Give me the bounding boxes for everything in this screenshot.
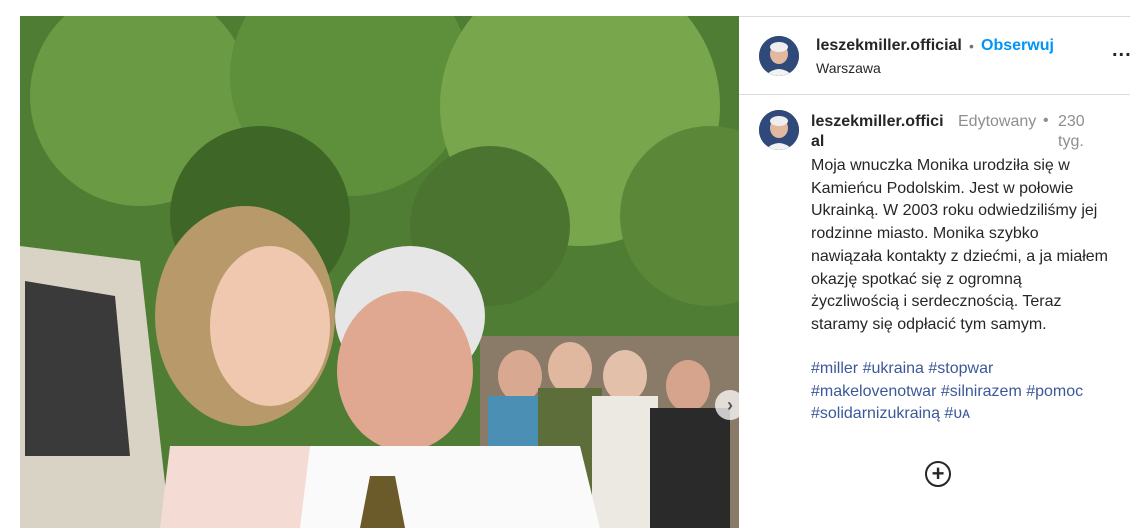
hashtag-link[interactable]: #pomoc (1026, 383, 1083, 400)
post-location[interactable]: Warszawa (816, 60, 881, 76)
comment-author-username[interactable]: leszekmiller.official (811, 112, 949, 152)
author-avatar[interactable] (759, 36, 799, 76)
comment-author-avatar[interactable] (759, 110, 799, 150)
more-options-icon[interactable]: ... (1112, 39, 1130, 62)
next-photo-button[interactable]: › (715, 390, 739, 420)
chevron-right-icon: › (727, 394, 733, 415)
header-separator: • (969, 38, 974, 54)
author-username[interactable]: leszekmiller.official (816, 37, 962, 55)
hashtag-link[interactable]: #solidarnizukrainą (811, 405, 940, 422)
post-photo: › (20, 16, 739, 528)
hashtag-list: #miller #ukraina #stopwar #makelovenotwa… (811, 358, 1121, 426)
hashtag-link[interactable]: #makelovenotwar (811, 383, 936, 400)
follow-button[interactable]: Obserwuj (981, 37, 1054, 55)
post-header: leszekmiller.official • Obserwuj Warszaw… (739, 17, 1130, 95)
hashtag-link[interactable]: #ukraina (863, 360, 924, 377)
hashtag-link[interactable]: #miller (811, 360, 858, 377)
caption-comment: leszekmiller.official Edytowany • 230 ty… (739, 95, 1130, 528)
plus-circle-icon: + (931, 461, 945, 486)
comment-timestamp[interactable]: 230 tyg. (1058, 112, 1098, 152)
load-more-comments-button[interactable]: + (925, 461, 951, 487)
hashtag-link[interactable]: #silnirazem (941, 383, 1022, 400)
comment-separator: • (1043, 112, 1049, 129)
hashtag-link[interactable]: #ᴜᴀ (944, 405, 970, 422)
hashtag-link[interactable]: #stopwar (928, 360, 993, 377)
edited-label: Edytowany (958, 113, 1037, 130)
caption-text: Moja wnuczka Monika urodziła się w Kamie… (811, 157, 1109, 333)
